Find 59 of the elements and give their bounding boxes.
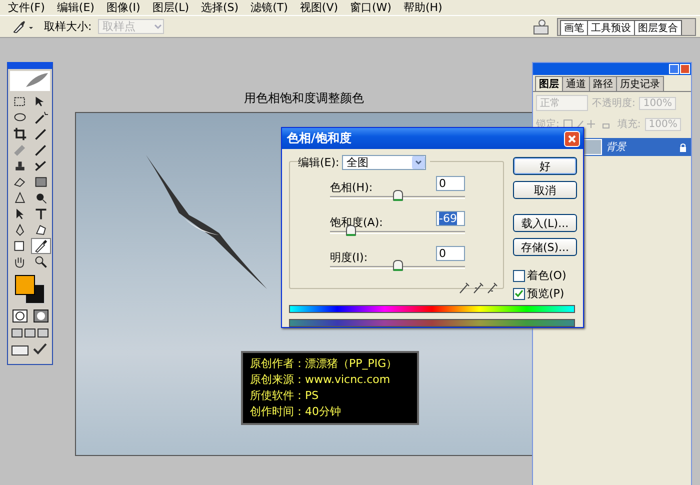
slider-thumb[interactable]: [392, 190, 402, 201]
value-field[interactable]: -69: [436, 211, 465, 226]
info-line: 原创来源：www.vicnc.com: [250, 372, 392, 388]
palette-tab[interactable]: 图层复合: [634, 20, 682, 34]
menu-item[interactable]: 图层(L): [146, 0, 196, 15]
info-line: 所使软件：PS: [250, 388, 320, 404]
color-swatches[interactable]: [13, 273, 47, 305]
panel-tab[interactable]: 路径: [589, 76, 617, 91]
slider-label: 色相(H):: [330, 180, 373, 195]
check-icon: [515, 290, 523, 297]
panel-tab[interactable]: 历史记录: [616, 76, 664, 91]
dialog-button[interactable]: 存储(S)...: [513, 238, 577, 256]
menu-item[interactable]: 窗口(W): [344, 0, 398, 15]
menu-item[interactable]: 文件(F): [2, 0, 51, 15]
dialog-title: 色相/饱和度: [287, 130, 352, 147]
close-icon: [568, 134, 576, 142]
dialog-button[interactable]: 载入(L)...: [513, 214, 577, 232]
checkbox-label: 预览(P): [527, 286, 564, 301]
dialog-button[interactable]: 取消: [513, 181, 577, 199]
eyedropper-tool-icon[interactable]: [32, 239, 50, 253]
layer-name: 背景: [606, 140, 626, 154]
fill-label: 填充:: [617, 118, 641, 131]
panel-tab[interactable]: 通道: [562, 76, 590, 91]
checkbox[interactable]: [513, 288, 525, 300]
palette-tab[interactable]: 工具预设: [587, 20, 635, 34]
menu-item[interactable]: 编辑(E): [50, 0, 100, 15]
opacity-label: 不透明度:: [592, 96, 636, 110]
minimize-button[interactable]: [669, 64, 679, 74]
caret-icon: [152, 22, 163, 30]
menu-item[interactable]: 帮助(H): [397, 0, 448, 15]
dialog-button[interactable]: 好: [513, 157, 577, 175]
menu-item[interactable]: 视图(V): [294, 0, 344, 15]
panel-tab[interactable]: 图层: [535, 76, 563, 91]
close-button[interactable]: [680, 64, 690, 74]
standard-mode-icon[interactable]: [10, 308, 28, 324]
value-field[interactable]: 0: [436, 176, 465, 191]
sample-size-label: 取样大小:: [44, 19, 92, 34]
checkbox-label: 着色(O): [527, 268, 566, 283]
screen-mode-icon[interactable]: [10, 327, 50, 339]
caret-icon: [415, 160, 422, 165]
palette-tab[interactable]: 画笔: [560, 20, 588, 34]
document-title: 用色相饱和度调整颜色: [244, 90, 364, 107]
info-line: 创作时间：40分钟: [250, 404, 342, 420]
info-line: 原创作者：漂漂猪（PP_PIG）: [250, 356, 398, 372]
menu-item[interactable]: 选择(S): [195, 0, 245, 15]
menu-item[interactable]: 滤镜(T): [244, 0, 294, 15]
edit-label: 编辑(E):: [298, 155, 340, 170]
edit-dropdown[interactable]: 全图: [342, 155, 426, 170]
value-field[interactable]: 0: [436, 246, 465, 261]
quick-mask-icon[interactable]: [32, 308, 50, 324]
eyedropper-icon[interactable]: [12, 20, 34, 32]
file-browser-icon[interactable]: [533, 18, 551, 34]
menu-item[interactable]: 图像(I): [100, 0, 146, 15]
close-button[interactable]: [564, 130, 580, 146]
slider-label: 饱和度(A):: [330, 215, 383, 230]
checkbox[interactable]: [513, 270, 525, 282]
slider-label: 明度(I):: [330, 250, 368, 265]
slider-thumb[interactable]: [392, 260, 402, 271]
feather-logo-icon[interactable]: [24, 71, 50, 89]
